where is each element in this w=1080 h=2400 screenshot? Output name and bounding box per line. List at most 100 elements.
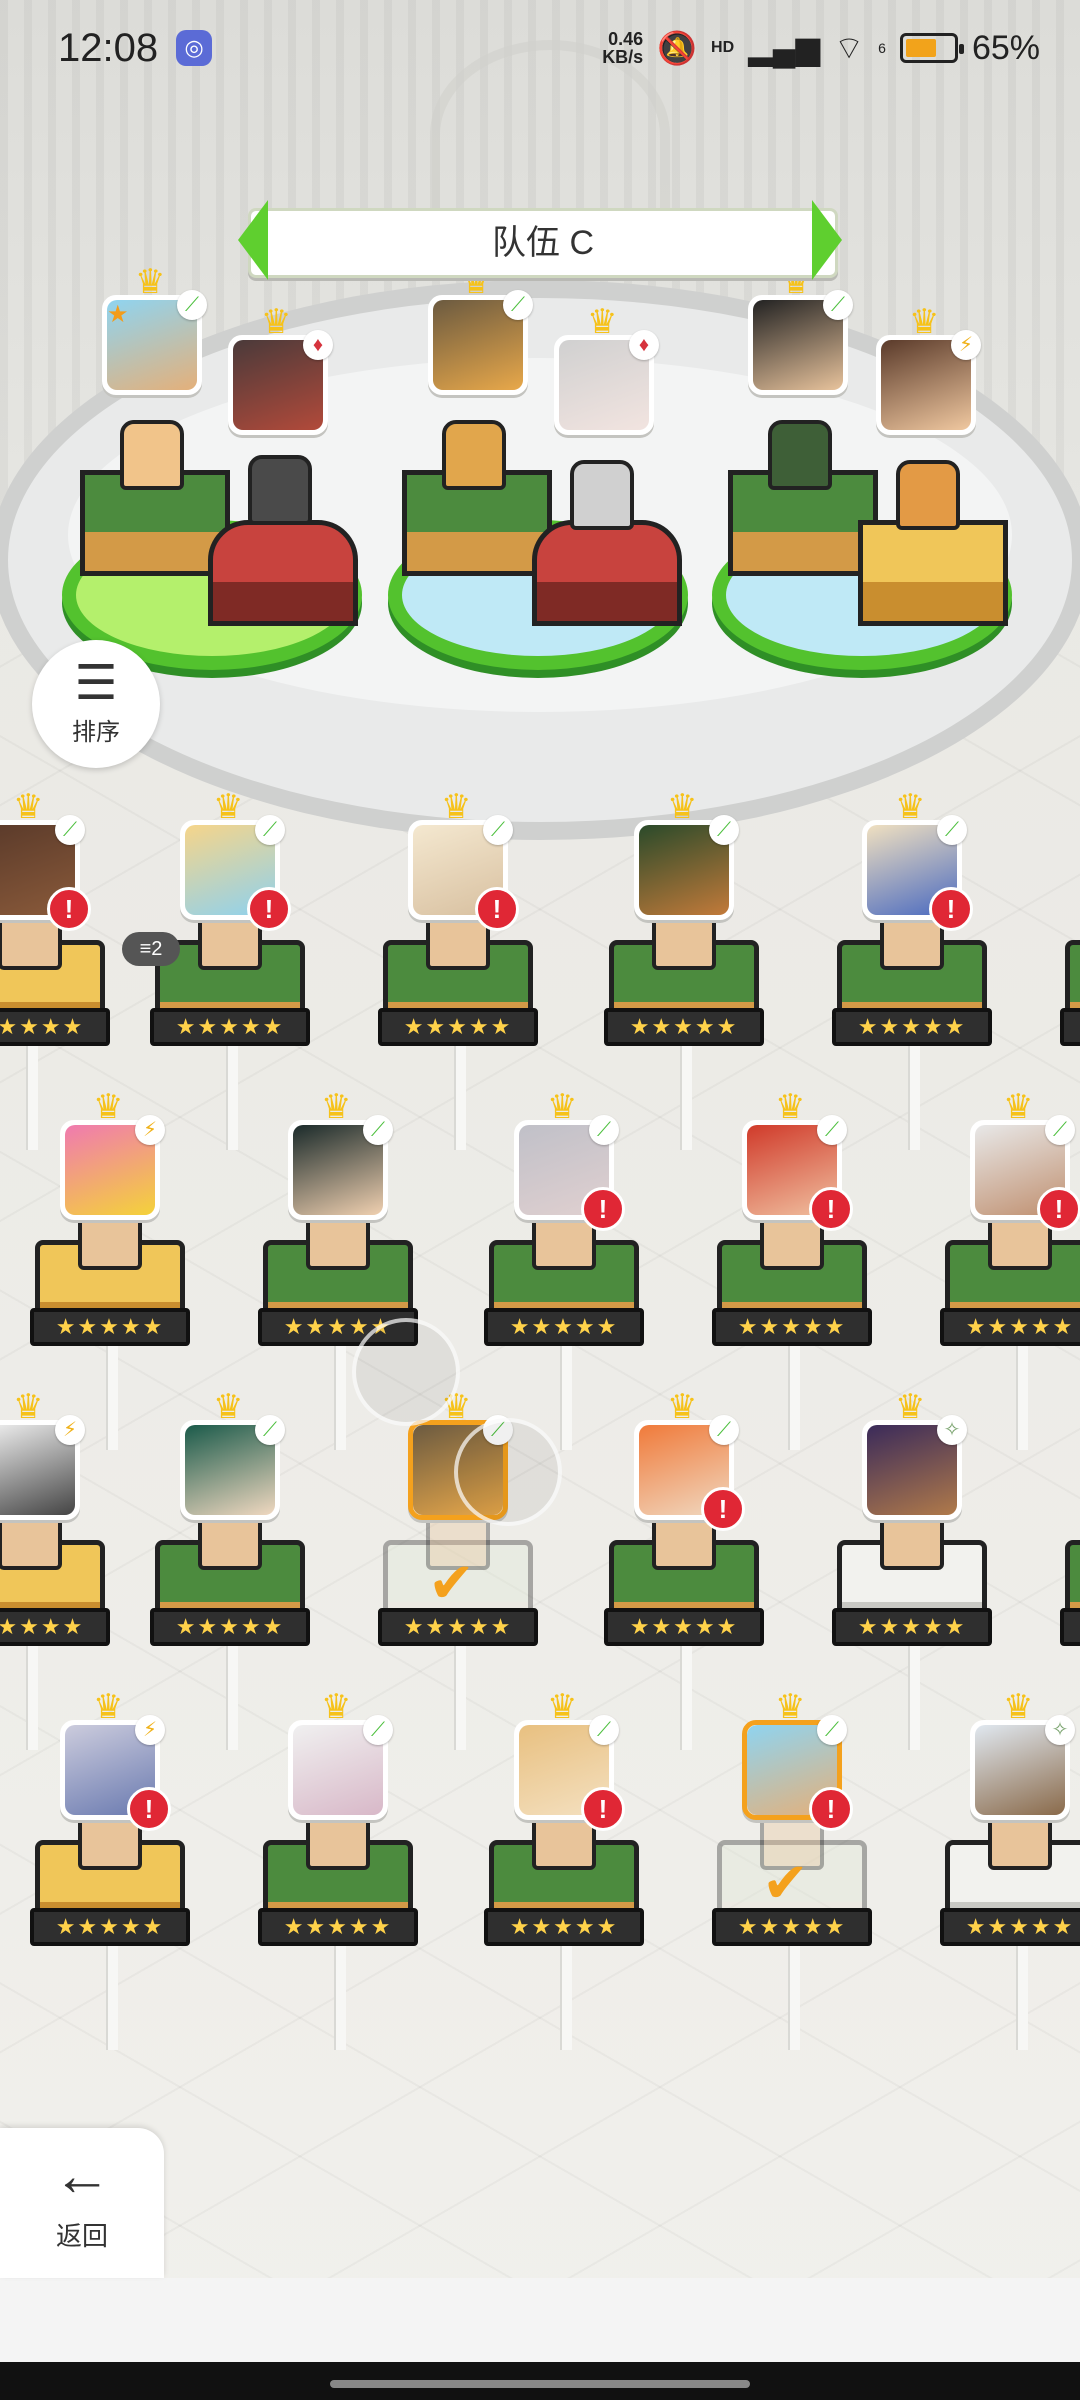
nature-element-icon: ⟋ bbox=[817, 1715, 847, 1745]
star-rating: ★★★★★ bbox=[30, 1308, 190, 1346]
hero-card[interactable]: ★★★★★ ♛ ⟋! bbox=[378, 788, 538, 1150]
crown-icon: ♛ bbox=[775, 1088, 806, 1126]
hero-card[interactable]: ★★★★★♛⟋ bbox=[150, 1388, 310, 1750]
crown-icon: ♛ bbox=[93, 1088, 124, 1126]
hero-portrait[interactable]: ♛ ⟋! bbox=[514, 1688, 625, 1831]
hero-card[interactable]: ★★★★★ ♛ ⟋! bbox=[604, 1388, 764, 1750]
team-name-banner[interactable]: 队伍 C bbox=[248, 208, 838, 278]
app-notification-icon: ◎ bbox=[176, 30, 213, 66]
star-rating: ★★★★★ bbox=[0, 1008, 110, 1046]
home-indicator[interactable] bbox=[330, 2380, 750, 2388]
star-rating: ★★★★★ bbox=[258, 1908, 418, 1946]
team-member-sprite[interactable] bbox=[442, 420, 506, 490]
crown-icon: ♛ bbox=[213, 788, 244, 826]
back-button[interactable]: ← 返回 bbox=[0, 2128, 164, 2278]
hero-portrait[interactable]: ♛ ⟋! bbox=[742, 1088, 853, 1231]
crown-icon: ♛ bbox=[1003, 1688, 1034, 1726]
hero-portrait[interactable]: ♛ ⟋! bbox=[408, 788, 519, 931]
hero-card[interactable]: ★★★★★ ♛ ⟋! bbox=[940, 1088, 1080, 1450]
hero-card[interactable]: ★★★★★ ♛ ⚡! bbox=[30, 1688, 190, 2050]
hero-portrait[interactable]: ♛ ⟋ bbox=[180, 1388, 285, 1520]
alert-icon: ! bbox=[581, 1187, 625, 1231]
team-member-sprite[interactable] bbox=[120, 420, 184, 490]
hero-portrait[interactable]: ♛ ✧ bbox=[862, 1388, 967, 1520]
hero-card[interactable]: ★★★★★♛⟋ bbox=[604, 788, 764, 1150]
battery-level bbox=[905, 39, 936, 57]
hero-portrait[interactable]: ♛ ⟋! bbox=[970, 1088, 1080, 1231]
hero-portrait[interactable]: ♛ ⟋! bbox=[634, 1388, 745, 1531]
duplicate-count-badge: ≡2 bbox=[122, 932, 180, 966]
crown-icon: ♛ bbox=[321, 1688, 352, 1726]
hero-card[interactable]: ★★★★★♛⚡ bbox=[30, 1088, 190, 1450]
crown-icon: ♛ bbox=[547, 1688, 578, 1726]
light-element-icon: ⚡ bbox=[55, 1415, 85, 1445]
hero-portrait[interactable]: ♛ ⟋ bbox=[634, 788, 739, 920]
crown-icon: ♛ bbox=[135, 263, 166, 301]
hero-portrait[interactable]: ♛ ⚡! bbox=[60, 1688, 171, 1831]
hero-portrait[interactable]: ♛ ⟋ bbox=[288, 1088, 393, 1220]
hero-card[interactable]: ★★★★★ ♛ ⟋! ✔ bbox=[712, 1688, 872, 2050]
nature-element-icon: ⟋ bbox=[255, 815, 285, 845]
hero-portrait[interactable]: ♛ ⟋! bbox=[180, 788, 291, 931]
team-member-sprite[interactable] bbox=[896, 460, 960, 530]
hero-portrait[interactable]: ♛ ⚡ bbox=[0, 1388, 85, 1520]
spirit-element-icon: ✧ bbox=[937, 1415, 967, 1445]
team-member-portrait[interactable]: ♛ ♦ bbox=[228, 303, 333, 435]
alert-icon: ! bbox=[247, 887, 291, 931]
bottom-strip bbox=[0, 2278, 1080, 2362]
crown-icon: ♛ bbox=[547, 1088, 578, 1126]
hero-portrait[interactable]: ♛ ✧ bbox=[970, 1688, 1075, 1820]
team-member-portrait[interactable]: ♛ ⟋ bbox=[748, 263, 853, 395]
alert-icon: ! bbox=[809, 1787, 853, 1831]
hero-card[interactable]: ★★★★★ ♛ ⟋! bbox=[484, 1688, 644, 2050]
crown-icon: ♛ bbox=[909, 303, 940, 341]
star-rating: ★★★★★ bbox=[0, 1608, 110, 1646]
hero-card[interactable]: ★★★★★ ♛ ⟋! bbox=[832, 788, 992, 1150]
touch-indicator bbox=[352, 1318, 460, 1426]
hero-card[interactable]: ★★★★★ ♛ ⟋! ≡2 bbox=[122, 788, 310, 1150]
sort-icon: ☰ bbox=[74, 657, 118, 710]
sort-button[interactable]: ☰ 排序 bbox=[32, 640, 160, 768]
team-member-sprite[interactable] bbox=[248, 455, 312, 525]
team-member-portrait[interactable]: ♛ ♦ bbox=[554, 303, 659, 435]
prev-team-arrow-icon[interactable] bbox=[238, 200, 268, 280]
crown-icon: ♛ bbox=[895, 788, 926, 826]
nature-element-icon: ⟋ bbox=[823, 290, 853, 320]
crown-icon: ♛ bbox=[321, 1088, 352, 1126]
hero-card[interactable]: ★★★★★♛⚡ bbox=[1060, 820, 1080, 1120]
star-rating: ★★★★★ bbox=[484, 1308, 644, 1346]
battery-percent: 65% bbox=[971, 28, 1040, 67]
touch-indicator bbox=[454, 1418, 562, 1526]
hero-portrait[interactable]: ♛ ⟋! bbox=[862, 788, 973, 931]
team-member-sprite[interactable] bbox=[768, 420, 832, 490]
hero-card[interactable]: ★★★★★ ♛ ⟋! bbox=[712, 1088, 872, 1450]
next-team-arrow-icon[interactable] bbox=[812, 200, 842, 280]
team-member-portrait[interactable]: ♛ ★ ⟋ bbox=[102, 263, 207, 395]
nature-element-icon: ⟋ bbox=[709, 1415, 739, 1445]
hero-portrait[interactable]: ♛ ⚡ bbox=[60, 1088, 165, 1220]
fire-element-icon: ♦ bbox=[303, 330, 333, 360]
hero-card[interactable]: ★★★★★ ♛ ⟋! bbox=[0, 788, 110, 1150]
nature-element-icon: ⟋ bbox=[177, 290, 207, 320]
alert-icon: ! bbox=[47, 887, 91, 931]
hero-portrait[interactable]: ♛ ⟋! bbox=[0, 788, 91, 931]
crown-icon: ♛ bbox=[667, 788, 698, 826]
alert-icon: ! bbox=[475, 887, 519, 931]
hero-card[interactable]: ★★★★★ ♛ ✧ bbox=[832, 1388, 992, 1750]
star-rating: ★★★★★ bbox=[150, 1008, 310, 1046]
team-member-portrait[interactable]: ♛ ⚡ bbox=[876, 303, 981, 435]
hero-card[interactable]: ★★★★★ ♛⚡ bbox=[0, 1388, 110, 1750]
team-member-portrait[interactable]: ♛ ⟋ bbox=[428, 263, 533, 395]
team-member-sprite[interactable] bbox=[570, 460, 634, 530]
hero-portrait[interactable]: ♛ ⟋! bbox=[514, 1088, 625, 1231]
hero-portrait[interactable]: ♛ ⟋ bbox=[288, 1688, 393, 1820]
star-rating: ★★★★★ bbox=[484, 1908, 644, 1946]
hero-portrait[interactable]: ♛ ⟋! bbox=[742, 1688, 853, 1831]
hero-card[interactable]: ★★★★★ ♛ ⟋! bbox=[484, 1088, 644, 1450]
crown-icon: ♛ bbox=[895, 1388, 926, 1426]
hero-card[interactable]: ★★★★★ ♛⟋ bbox=[258, 1688, 418, 2050]
nature-element-icon: ⟋ bbox=[55, 815, 85, 845]
nature-element-icon: ⟋ bbox=[589, 1115, 619, 1145]
hero-card[interactable]: ★★★★★♛⟋ bbox=[1060, 1420, 1080, 1720]
hero-card[interactable]: ★★★★★ ♛ ✧ bbox=[940, 1688, 1080, 2050]
